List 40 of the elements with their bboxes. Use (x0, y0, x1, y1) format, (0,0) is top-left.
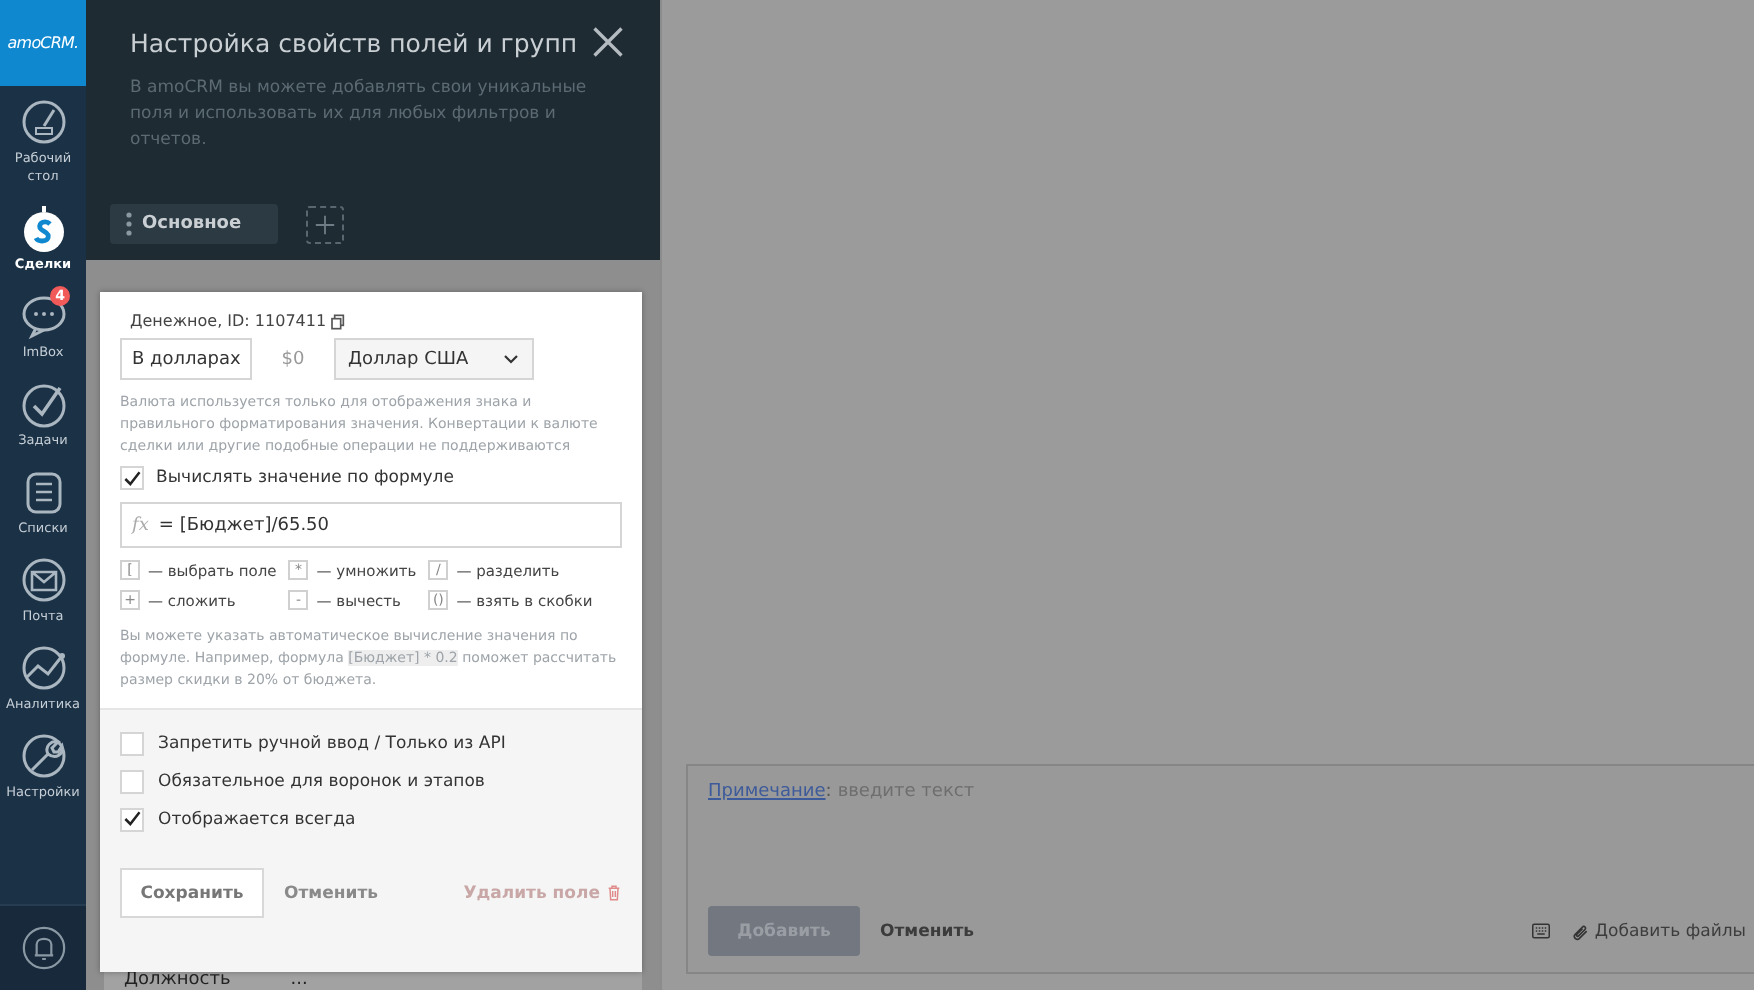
logo: amoCRM. (0, 0, 86, 86)
chat-icon (19, 292, 67, 340)
field-name: Должность (124, 972, 231, 990)
checkbox[interactable] (120, 466, 144, 490)
field-type-label: Денежное, ID: 1107411 (130, 312, 327, 330)
panel-title: Настройка свойств полей и групп (130, 28, 578, 58)
field-value: ... (290, 972, 308, 990)
chart-icon (19, 644, 67, 692)
gauge-icon (19, 98, 67, 146)
checkbox-label: Запретить ручной ввод / Только из API (158, 733, 506, 753)
copy-icon[interactable] (330, 313, 347, 329)
check-icon (19, 380, 67, 428)
checkbox-label: Обязательное для воронок и этапов (158, 771, 485, 791)
dollar-icon (19, 204, 67, 252)
checkbox[interactable] (120, 731, 144, 755)
paperclip-icon (1570, 921, 1591, 941)
currency-sample: $0 (279, 349, 307, 369)
mail-icon (19, 556, 67, 604)
currency-select[interactable]: Доллар США (334, 338, 534, 380)
plus-icon (313, 213, 336, 235)
wrench-icon (19, 732, 67, 780)
formula-field[interactable]: fx = [Бюджет]/65.50 (120, 502, 622, 548)
checkbox-label: Отображается всегда (158, 809, 356, 829)
checkbox[interactable] (120, 807, 144, 831)
close-icon (590, 24, 626, 60)
chevron-down-icon (502, 350, 520, 368)
checkbox[interactable] (120, 769, 144, 793)
panel-description: В amoCRM вы можете добавлять свои уникальные поля и использовать их для любых фильтров и отчетов. (130, 76, 589, 154)
trash-icon (606, 884, 622, 902)
save-button[interactable]: Сохранить (120, 868, 264, 918)
checkbox-label: Вычислять значение по формуле (156, 468, 454, 488)
bell-icon[interactable] (21, 926, 65, 970)
keyboard-icon[interactable] (1528, 922, 1555, 940)
cancel-button[interactable]: Отменить (880, 921, 974, 941)
attach-files-button[interactable]: Добавить файлы (1570, 921, 1746, 941)
tab[interactable]: Основное (110, 204, 278, 244)
colon: : (825, 782, 832, 802)
add-tab-button[interactable] (305, 205, 344, 243)
drag-handle-icon[interactable] (126, 212, 132, 236)
name-field[interactable]: В долларах (120, 338, 252, 380)
